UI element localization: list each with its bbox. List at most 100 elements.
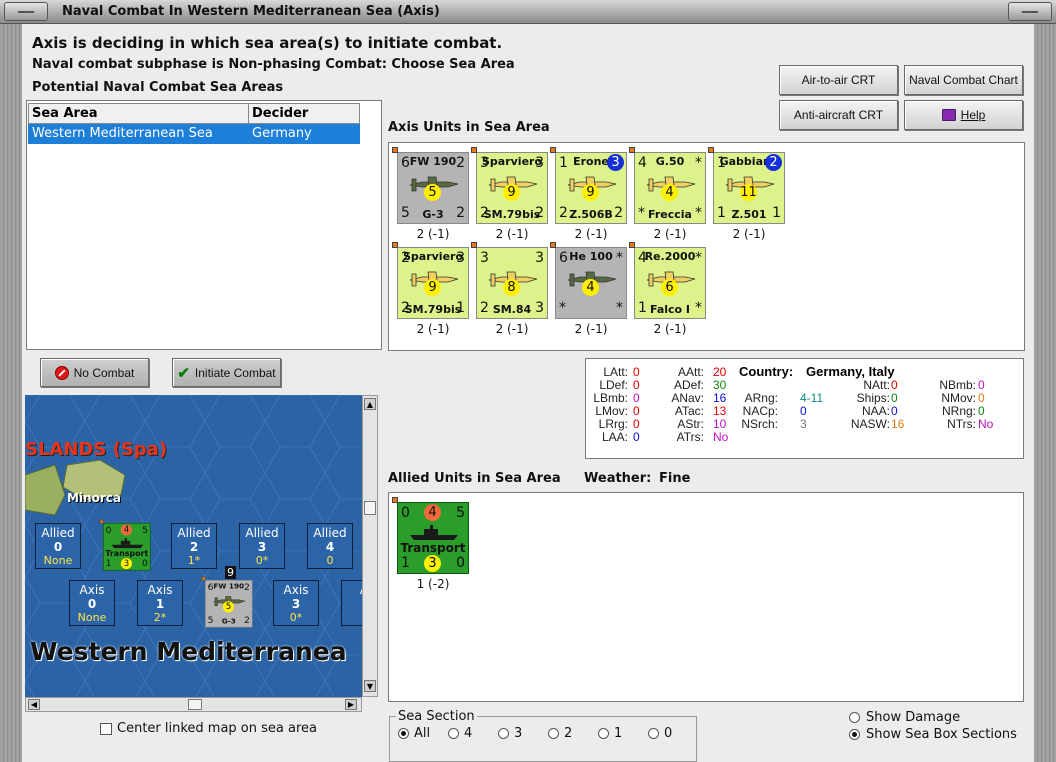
scroll-down-arrow-icon[interactable]: ▼ <box>364 680 376 692</box>
help-button[interactable]: Help <box>904 100 1023 130</box>
air-unit-counter[interactable]: 1 2 2 Erone Z.506B 3 9 <box>550 147 627 224</box>
axis-units-heading: Axis Units in Sea Area <box>388 120 550 135</box>
unit-value-circle: 4 <box>424 504 441 521</box>
help-label: Help <box>960 108 986 122</box>
show-damage-radio[interactable] <box>849 712 860 723</box>
col-header-decider[interactable]: Decider <box>248 103 360 124</box>
transport-unit-counter[interactable]: 0 5 1 0 Transport 4 3 <box>99 519 151 571</box>
stat-value: 16 <box>891 417 905 431</box>
sea-section-radio[interactable] <box>448 728 459 739</box>
sea-section-radio[interactable] <box>648 728 659 739</box>
allied-sea-box[interactable]: Allied 3 0* <box>239 523 285 569</box>
unit-marker-icon <box>708 147 714 153</box>
scroll-left-arrow-icon[interactable]: ◀ <box>28 699 40 710</box>
unit-marker-icon <box>550 242 556 248</box>
attack-factor: 3 <box>480 250 489 266</box>
unit-strength-circle: 11 <box>740 184 757 201</box>
air-unit-counter[interactable]: 4 * 1 * Re.2000 Falco I6 <box>629 242 706 319</box>
stat-label: NBmb: <box>939 378 976 392</box>
box-side-label: Allied <box>41 526 75 540</box>
air-unit-counter[interactable]: 2 3 2 1 Sparviero SM.79bis 9 <box>392 242 469 319</box>
window-menu-button[interactable] <box>4 2 48 21</box>
title-bar: Naval Combat In Western Mediterranean Se… <box>0 0 1056 24</box>
stat-label: NAtt: <box>863 378 890 392</box>
stat-label: Ships: <box>856 391 890 405</box>
horizontal-scroll-thumb[interactable] <box>188 699 202 710</box>
unit-strength-circle: 9 <box>424 279 441 296</box>
unit-name: Sparviero <box>402 250 464 263</box>
scroll-right-arrow-icon[interactable]: ▶ <box>345 699 357 710</box>
unit-strength-circle: 9 <box>582 184 599 201</box>
stat-label: ATrs: <box>676 430 704 444</box>
stat-value: 0 <box>978 404 985 418</box>
box-number: 2 <box>189 540 199 554</box>
unit-name: Transport <box>400 541 466 555</box>
range-factor: 0 <box>141 557 148 569</box>
initiate-combat-button[interactable]: ✔ Initiate Combat <box>172 358 281 387</box>
stat-label: ADef: <box>673 378 704 392</box>
unit-marker-icon <box>99 519 104 524</box>
sea-area-table: Sea Area Decider Western Mediterranean S… <box>28 103 360 144</box>
naval-combat-chart-button[interactable]: Naval Combat Chart <box>904 65 1023 95</box>
show-damage-label: Show Damage <box>866 710 961 725</box>
stat-value: 0 <box>891 378 898 392</box>
scroll-up-arrow-icon[interactable]: ▲ <box>364 398 376 410</box>
no-combat-button[interactable]: No Combat <box>40 358 149 387</box>
movement-factor: * <box>559 300 566 316</box>
stat-label: NASW: <box>850 417 890 431</box>
allied-sea-box[interactable]: Allied 2 1* <box>171 523 217 569</box>
air-unit-counter[interactable]: 4 * * * G.50 Freccia 4 <box>629 147 706 224</box>
box-side-label: A <box>342 583 364 597</box>
stat-value: 0 <box>891 404 898 418</box>
unit-name: FW 190 <box>409 155 457 168</box>
stat-value: No <box>713 430 729 444</box>
axis-sea-box[interactable]: A <box>341 580 364 626</box>
left-frame <box>0 24 22 762</box>
sea-section-radio[interactable] <box>498 728 509 739</box>
map-vertical-scrollbar[interactable]: ▲ ▼ <box>362 395 378 697</box>
axis-sea-box[interactable]: Axis 3 0* <box>273 580 319 626</box>
initiate-combat-label: Initiate Combat <box>194 365 276 380</box>
unit-caption: 2 (-1) <box>653 227 687 241</box>
air-unit-counter[interactable]: 6 2 5 2 FW 190 G-3 5 <box>201 576 253 628</box>
stat-value: 0 <box>978 378 985 392</box>
box-side-label: Allied <box>313 526 347 540</box>
air-unit-counter[interactable]: 3 3 2 3 SM.84 8 <box>471 242 548 319</box>
stat-value: 0 <box>633 378 640 392</box>
stat-value: 16 <box>713 391 727 405</box>
country-value: Germany, Italy <box>806 364 895 379</box>
show-sea-box-sections-radio[interactable] <box>849 729 860 740</box>
cell-sea-area[interactable]: Western Mediterranean Sea <box>28 123 249 144</box>
stat-label: LAtt: <box>603 365 628 379</box>
vertical-scroll-thumb[interactable] <box>364 501 376 515</box>
box-value: None <box>43 554 73 567</box>
air-unit-counter[interactable]: 3 3 2 2 Sparviero SM.79bis 9 <box>471 147 548 224</box>
anti-aircraft-crt-button[interactable]: Anti-aircraft CRT <box>779 100 898 130</box>
air-unit-counter[interactable]: 6 * * * He 100 4 <box>550 242 627 319</box>
allied-sea-box[interactable]: Allied 4 0 <box>307 523 353 569</box>
linked-map[interactable]: SLANDS (Spa) Minorca Allied 0 None Allied 2 1… <box>25 395 364 697</box>
sea-section-radio[interactable] <box>548 728 559 739</box>
transport-unit-counter[interactable]: 0 5 1 0 Transport 4 3 <box>392 497 469 574</box>
table-row[interactable]: Western Mediterranean Sea Germany <box>28 123 360 144</box>
air-to-air-crt-button[interactable]: Air-to-air CRT <box>779 65 898 95</box>
unit-caption: 1 (-2) <box>416 577 450 591</box>
axis-sea-box[interactable]: Axis 1 2* <box>137 580 183 626</box>
center-map-checkbox[interactable] <box>100 723 112 735</box>
stat-value: 0 <box>633 417 640 431</box>
sea-section-radio[interactable] <box>398 728 409 739</box>
allied-sea-box[interactable]: Allied 0 None <box>35 523 81 569</box>
sea-section-label: Sea Section <box>396 709 477 724</box>
sea-section-option-label: 1 <box>614 726 623 741</box>
col-header-sea-area[interactable]: Sea Area <box>28 103 249 124</box>
axis-sea-box[interactable]: Axis 0 None <box>69 580 115 626</box>
sea-section-radio[interactable] <box>598 728 609 739</box>
map-horizontal-scrollbar[interactable]: ◀ ▶ <box>25 697 362 712</box>
air-unit-counter[interactable]: 1 1 1 Gabbiano Z.501 2 11 <box>708 147 785 224</box>
weather-value: Fine <box>659 471 691 486</box>
movement-factor: 1 <box>401 555 410 571</box>
minimize-button[interactable] <box>1008 2 1052 21</box>
unit-name: Re.2000 <box>644 250 696 263</box>
cell-decider[interactable]: Germany <box>248 123 360 144</box>
air-unit-counter[interactable]: 6 2 5 2 FW 190 G-3 5 <box>392 147 469 224</box>
